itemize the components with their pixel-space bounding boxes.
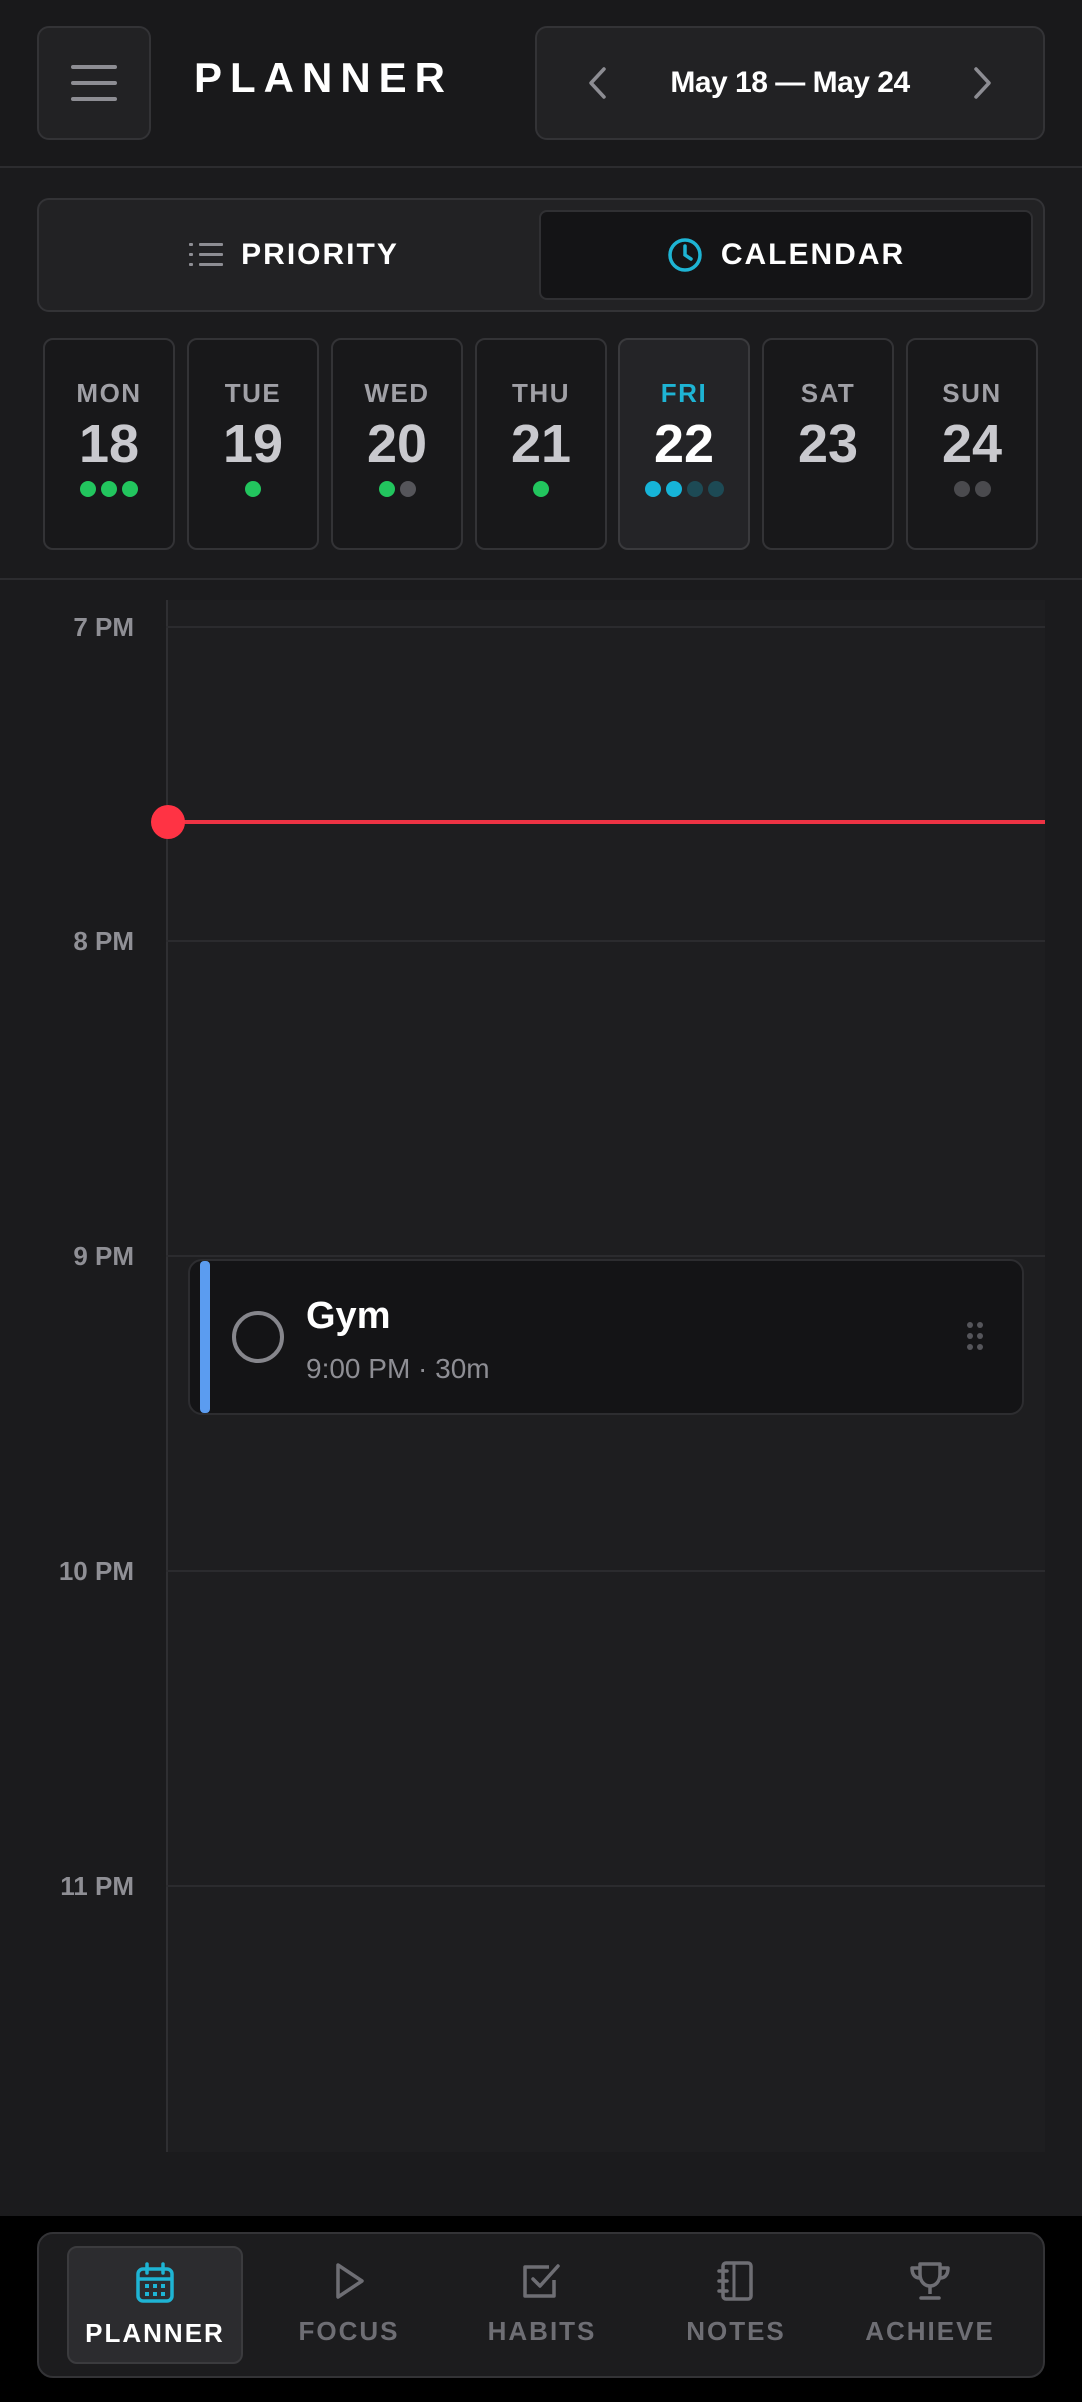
day-sat[interactable]: SAT 23	[762, 338, 894, 550]
day-timeline[interactable]: 7 PM 8 PM 9 PM 10 PM 11 PM Gym 9:00 PM ·…	[0, 582, 1082, 2152]
day-number: 23	[797, 414, 859, 474]
nav-planner[interactable]: PLANNER	[67, 2246, 243, 2364]
list-icon	[189, 243, 224, 266]
task-dot	[101, 481, 117, 497]
notebook-icon	[717, 2261, 753, 2301]
tab-priority-label: PRIORITY	[241, 238, 399, 271]
task-dot	[80, 481, 96, 497]
day-number: 20	[366, 414, 428, 474]
task-dots	[620, 481, 748, 497]
hour-label: 8 PM	[73, 926, 134, 956]
hour-gridline	[166, 940, 1045, 942]
hour-gridline	[166, 1885, 1045, 1887]
day-sun[interactable]: SUN 24	[906, 338, 1038, 550]
tab-calendar[interactable]: CALENDAR	[539, 210, 1033, 300]
chevron-left-icon	[589, 67, 606, 99]
day-name: SAT	[800, 378, 856, 408]
task-dots	[333, 481, 461, 497]
hour-gridline	[166, 626, 1045, 628]
nav-achieve[interactable]: ACHIEVE	[842, 2246, 1018, 2364]
hour-label: 10 PM	[58, 1556, 134, 1586]
task-dots	[477, 481, 605, 497]
clock-icon	[668, 238, 702, 272]
chevron-right-icon	[974, 67, 991, 99]
current-time-dot	[151, 805, 185, 839]
event-card[interactable]: Gym 9:00 PM · 30m	[188, 1259, 1024, 1415]
day-number: 21	[510, 414, 572, 474]
nav-label: FOCUS	[298, 2316, 400, 2346]
task-dot	[686, 481, 703, 497]
task-dot	[533, 481, 549, 497]
hour-label: 11 PM	[60, 1871, 134, 1901]
event-complete-toggle[interactable]	[232, 1311, 284, 1363]
tab-calendar-label: CALENDAR	[720, 238, 906, 271]
task-dots	[764, 481, 892, 497]
nav-label: PLANNER	[85, 2318, 225, 2348]
nav-notes[interactable]: NOTES	[648, 2246, 824, 2364]
page-title: PLANNER	[194, 54, 454, 101]
task-dots	[908, 481, 1036, 497]
task-dot	[665, 481, 682, 497]
task-dot	[974, 481, 991, 497]
nav-label: ACHIEVE	[865, 2316, 995, 2346]
hamburger-menu-icon	[71, 65, 117, 101]
day-name: MON	[76, 378, 142, 408]
nav-habits[interactable]: HABITS	[454, 2246, 630, 2364]
day-fri[interactable]: FRI 22	[618, 338, 750, 550]
day-number: 22	[653, 414, 715, 474]
event-color-bar	[200, 1261, 210, 1413]
day-thu[interactable]: THU 21	[475, 338, 607, 550]
day-name: WED	[364, 378, 430, 408]
hour-gridline	[166, 1570, 1045, 1572]
day-name: TUE	[224, 378, 282, 408]
task-dots	[189, 481, 317, 497]
top-bar: PLANNER May 18 — May 24	[0, 0, 1082, 168]
day-mon[interactable]: MON 18	[43, 338, 175, 550]
day-wed[interactable]: WED 20	[331, 338, 463, 550]
day-number: 19	[222, 414, 284, 474]
task-dot	[953, 481, 970, 497]
task-dot	[707, 481, 724, 497]
bottom-nav-area: PLANNER FOCUS HABITS NOTES ACHIEVE	[0, 2216, 1082, 2402]
hour-gridline	[166, 1255, 1045, 1257]
nav-label: HABITS	[487, 2316, 597, 2346]
task-dot	[245, 481, 261, 497]
date-range-label: May 18 — May 24	[670, 66, 910, 99]
calendar-icon	[136, 2262, 174, 2303]
task-dot	[644, 481, 661, 497]
day-number: 24	[941, 414, 1003, 474]
nav-focus[interactable]: FOCUS	[261, 2246, 437, 2364]
view-toggle: PRIORITY CALENDAR	[37, 198, 1045, 312]
hour-label: 9 PM	[73, 1241, 134, 1271]
current-time-line	[168, 820, 1045, 824]
day-number: 18	[78, 414, 140, 474]
menu-button[interactable]	[37, 26, 151, 140]
nav-label: NOTES	[686, 2316, 786, 2346]
trophy-icon	[910, 2262, 950, 2300]
task-dot	[378, 481, 395, 497]
play-icon	[336, 2263, 364, 2299]
week-strip: MON 18 TUE 19 WED 20 THU 21 FRI 22 SAT 2…	[0, 332, 1082, 580]
drag-handle-icon[interactable]	[966, 1321, 984, 1351]
day-tue[interactable]: TUE 19	[187, 338, 319, 550]
day-name: FRI	[660, 378, 708, 408]
task-dots	[45, 481, 173, 497]
week-navigator: May 18 — May 24	[535, 26, 1045, 140]
bottom-nav: PLANNER FOCUS HABITS NOTES ACHIEVE	[37, 2232, 1045, 2378]
task-dot	[399, 481, 416, 497]
hour-label: 7 PM	[73, 612, 134, 642]
checkbox-icon	[523, 2264, 560, 2298]
event-time: 9:00 PM · 30m	[306, 1353, 490, 1384]
task-dot	[122, 481, 138, 497]
day-name: SUN	[942, 378, 1002, 408]
tab-priority[interactable]: PRIORITY	[49, 210, 539, 300]
app-root: PLANNER May 18 — May 24 PRIORITY CALENDA…	[0, 0, 1082, 2402]
day-name: THU	[512, 378, 570, 408]
next-week-button[interactable]	[958, 58, 1008, 108]
previous-week-button[interactable]	[572, 58, 622, 108]
event-title: Gym	[306, 1295, 391, 1337]
